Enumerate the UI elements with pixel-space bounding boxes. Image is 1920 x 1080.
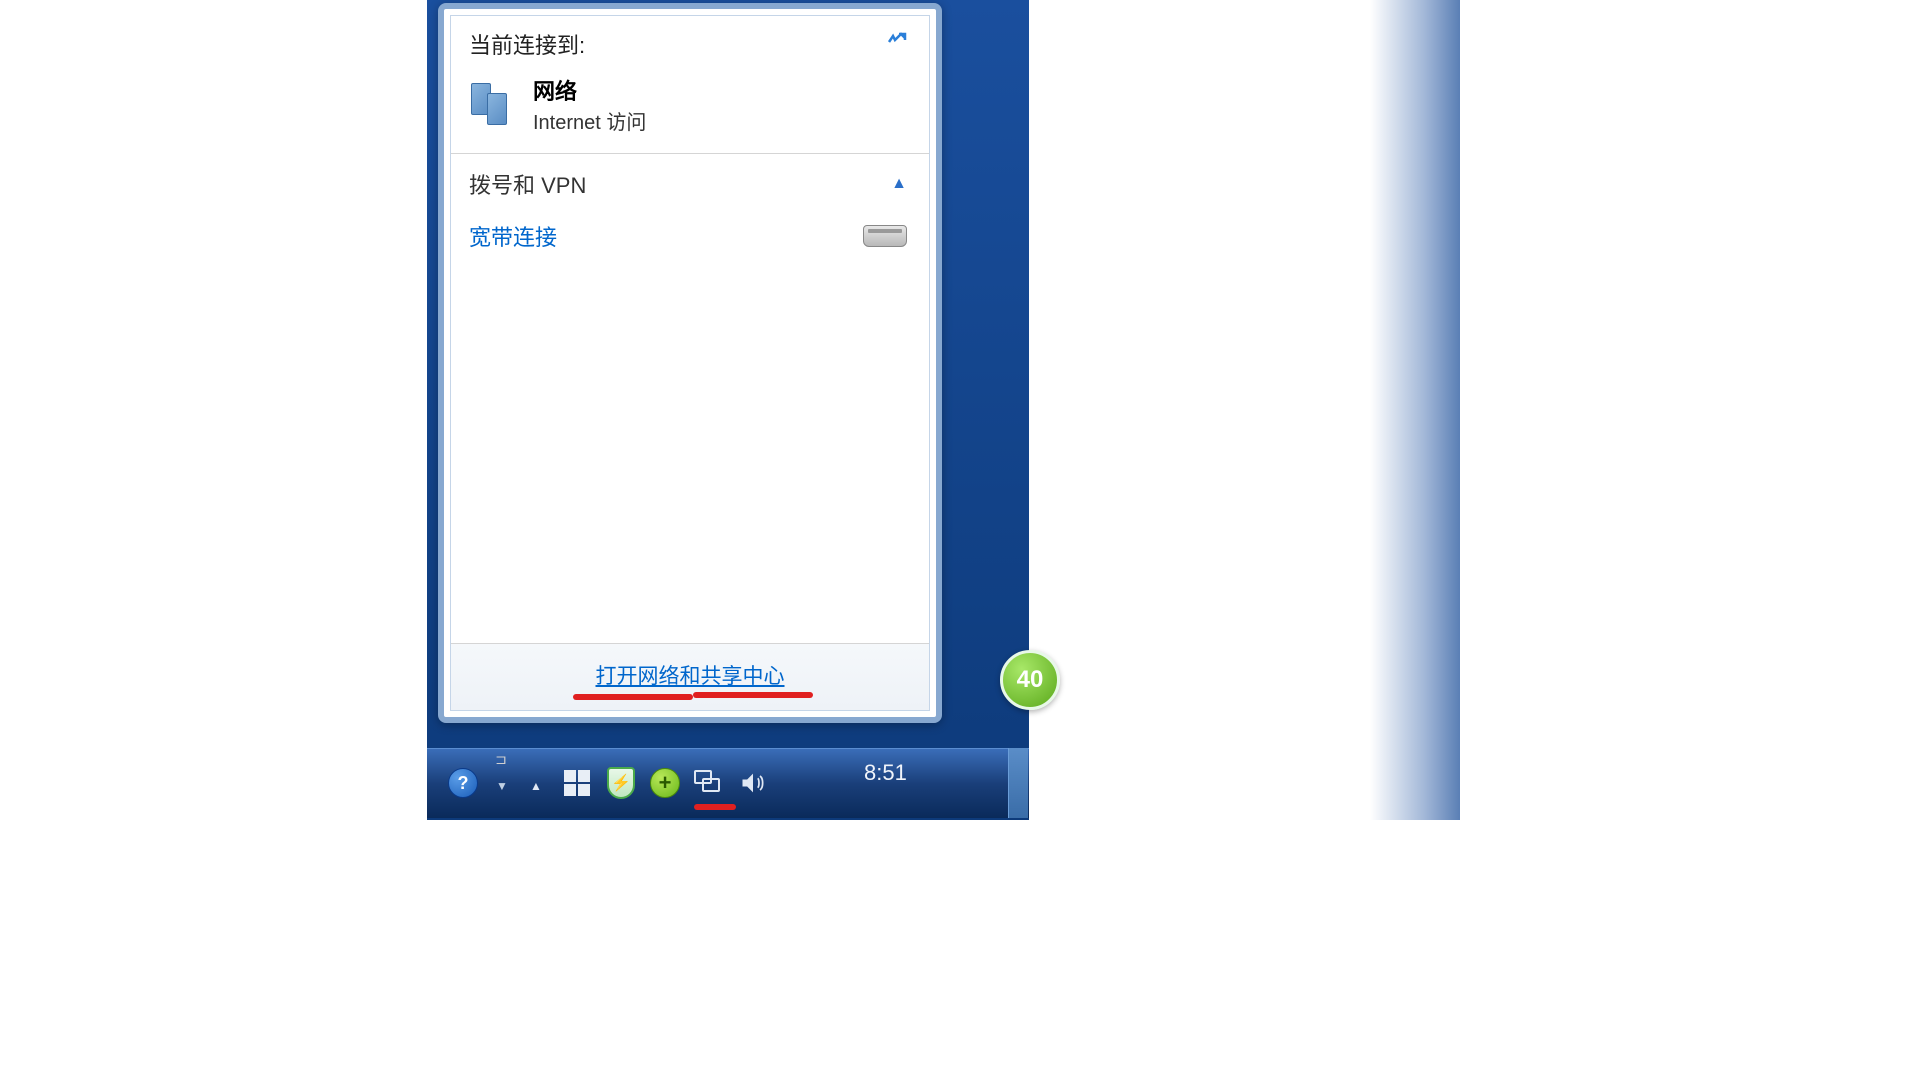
taskbar-clock[interactable]: 8:51 <box>864 760 907 786</box>
floating-badge[interactable]: 40 <box>1000 650 1060 710</box>
show-hidden-icons-icon[interactable]: ▲ <box>528 778 544 794</box>
current-network-row[interactable]: 网络 Internet 访问 <box>451 68 929 153</box>
network-info: 网络 Internet 访问 <box>533 74 646 135</box>
annotation-underline <box>573 694 693 700</box>
modem-icon <box>863 225 907 247</box>
add-plus-icon[interactable]: + <box>648 766 682 800</box>
connection-name: 宽带连接 <box>469 220 557 252</box>
refresh-icon[interactable] <box>883 28 911 56</box>
help-icon[interactable]: ? <box>448 768 478 798</box>
pin-icon[interactable]: ⊐ <box>492 752 510 766</box>
volume-icon[interactable] <box>736 766 770 800</box>
popup-header: 当前连接到: <box>451 16 929 68</box>
dialup-vpn-section-header[interactable]: 拨号和 VPN ▲ <box>451 154 929 210</box>
chevron-up-icon: ▲ <box>891 175 907 193</box>
open-network-sharing-center-link[interactable]: 打开网络和共享中心 <box>596 665 785 688</box>
network-name: 网络 <box>533 74 646 106</box>
security-shield-icon[interactable]: ⚡ <box>604 766 638 800</box>
windows-logo-icon[interactable] <box>560 766 594 800</box>
tray-dropdown-icon[interactable]: ▼ <box>494 778 510 794</box>
badge-value: 40 <box>1017 666 1044 694</box>
broadband-connection-item[interactable]: 宽带连接 <box>451 210 929 262</box>
system-tray: ⚡ + <box>560 766 770 800</box>
network-flyout-inner: 当前连接到: 网络 Internet 访问 拨号和 VPN ▲ <box>450 15 930 711</box>
section-title: 拨号和 VPN <box>469 168 586 200</box>
spacer <box>451 262 929 643</box>
annotation-underline <box>693 692 813 698</box>
network-flyout: 当前连接到: 网络 Internet 访问 拨号和 VPN ▲ <box>438 3 942 723</box>
annotation-underline-tray <box>694 804 736 810</box>
network-tray-icon[interactable] <box>692 766 726 800</box>
right-gradient <box>1370 0 1460 820</box>
network-status: Internet 访问 <box>533 106 646 135</box>
show-desktop-button[interactable] <box>1008 748 1028 818</box>
popup-footer: 打开网络和共享中心 <box>451 643 929 710</box>
header-title: 当前连接到: <box>469 28 585 60</box>
network-computers-icon <box>469 81 517 129</box>
